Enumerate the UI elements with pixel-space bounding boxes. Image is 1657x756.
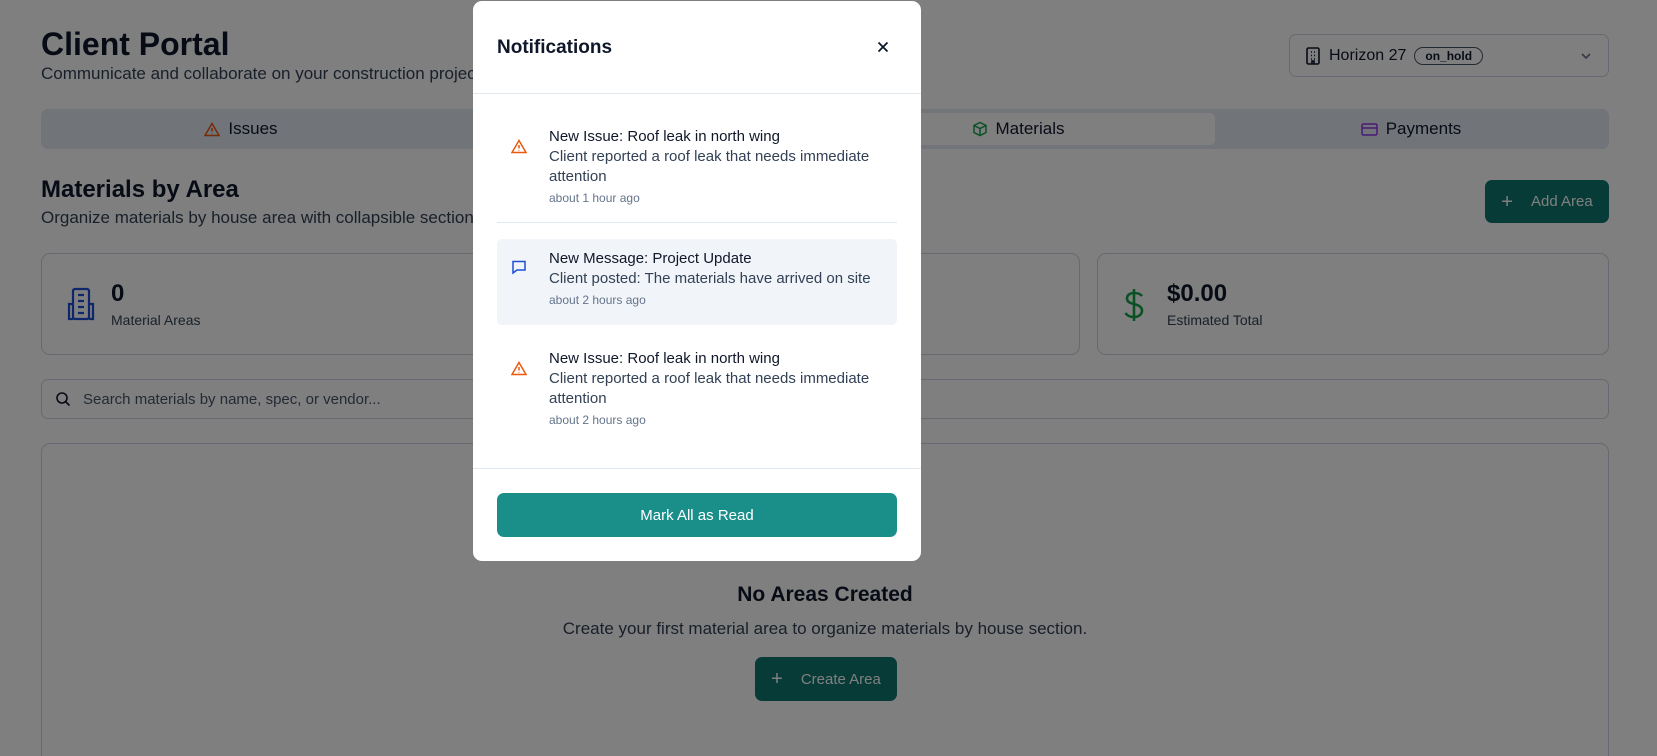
notification-item[interactable]: New Issue: Roof leak in north wing Clien… xyxy=(497,337,897,433)
notification-title: New Issue: Roof leak in north wing xyxy=(549,350,780,367)
notification-divider xyxy=(497,222,897,223)
notification-message: Client reported a roof leak that needs i… xyxy=(549,148,870,185)
notification-message: Client reported a roof leak that needs i… xyxy=(549,370,870,407)
modal-title: Notifications xyxy=(497,37,613,58)
notification-time: about 2 hours ago xyxy=(549,293,646,307)
notification-time: about 1 hour ago xyxy=(549,191,640,205)
modal-footer-divider xyxy=(473,468,921,469)
message-icon xyxy=(512,260,526,275)
modal-header-divider xyxy=(473,93,921,94)
notifications-modal: Notifications New Issue: Roof leak in no… xyxy=(473,1,921,561)
close-icon xyxy=(877,41,889,53)
notification-item[interactable]: New Issue: Roof leak in north wing Clien… xyxy=(497,115,897,205)
warning-icon xyxy=(511,361,527,376)
warning-icon xyxy=(511,139,527,154)
notification-time: about 2 hours ago xyxy=(549,413,646,427)
notification-title: New Issue: Roof leak in north wing xyxy=(549,128,780,145)
notification-item[interactable]: New Message: Project Update Client poste… xyxy=(497,239,897,325)
notification-title: New Message: Project Update xyxy=(549,250,752,267)
close-button[interactable] xyxy=(873,37,893,57)
notification-message: Client posted: The materials have arrive… xyxy=(549,270,871,287)
mark-all-read-button[interactable]: Mark All as Read xyxy=(497,493,897,537)
